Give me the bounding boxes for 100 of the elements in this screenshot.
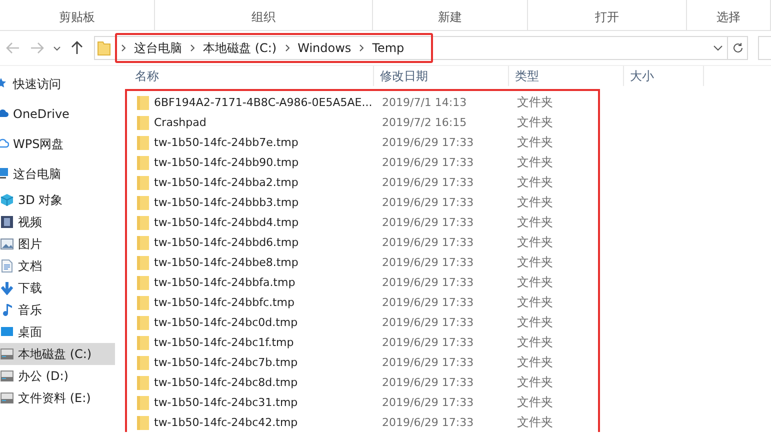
- file-name[interactable]: tw-1b50-14fc-24bba2.tmp: [154, 176, 298, 188]
- search-field[interactable]: [758, 36, 771, 60]
- file-type: 文件夹: [517, 334, 553, 350]
- modified-date: 2019/7/2 16:15: [382, 116, 468, 128]
- file-type: 文件夹: [517, 134, 553, 150]
- modified-date: 2019/6/29 17:33: [382, 196, 475, 208]
- modified-date: 2019/6/29 17:33: [382, 256, 475, 268]
- file-type: 文件夹: [517, 154, 553, 170]
- modified-date: 2019/6/29 17:33: [382, 356, 475, 368]
- file-name[interactable]: tw-1b50-14fc-24bc0d.tmp: [154, 316, 298, 328]
- up-arrow-icon: [71, 41, 83, 55]
- ribbon-group-label: 剪贴板: [58, 9, 95, 26]
- picture-icon: [0, 237, 14, 251]
- drive-icon: [0, 391, 14, 405]
- folder-icon: [137, 154, 149, 170]
- file-name[interactable]: tw-1b50-14fc-24bc42.tmp: [154, 416, 298, 428]
- chevron-right-icon: [359, 44, 364, 52]
- file-name[interactable]: tw-1b50-14fc-24bbfa.tmp: [154, 276, 296, 288]
- folder-icon: [137, 194, 149, 210]
- folder-icon: [137, 94, 149, 110]
- folder-icon: [137, 214, 149, 230]
- folder-icon: [137, 134, 149, 150]
- nav-item[interactable]: 文件资料 (E:): [0, 387, 115, 409]
- file-name[interactable]: tw-1b50-14fc-24bc1f.tmp: [154, 336, 294, 348]
- nav-item[interactable]: 文档: [0, 255, 115, 277]
- nav-item[interactable]: 桌面: [0, 321, 115, 343]
- nav-item[interactable]: OneDrive: [0, 99, 115, 129]
- document-icon: [0, 259, 14, 273]
- column-header[interactable]: 类型: [509, 66, 624, 86]
- address-field[interactable]: 这台电脑 本地磁盘 (C:) Windows Temp: [94, 36, 748, 60]
- file-name[interactable]: 6BF194A2-7171-4B8C-A986-0E5A5AE...: [154, 96, 372, 108]
- modified-date: 2019/6/29 17:33: [382, 156, 475, 168]
- nav-item[interactable]: WPS网盘: [0, 129, 115, 159]
- film-icon: [0, 215, 14, 229]
- ribbon-group-label: 打开: [594, 9, 619, 26]
- file-name[interactable]: tw-1b50-14fc-24bb90.tmp: [154, 156, 299, 168]
- modified-date: 2019/6/29 17:33: [382, 176, 475, 188]
- file-name[interactable]: tw-1b50-14fc-24bb7e.tmp: [154, 136, 298, 148]
- nav-item[interactable]: 图片: [0, 233, 115, 255]
- nav-item[interactable]: 本地磁盘 (C:): [0, 343, 115, 365]
- modified-date: 2019/6/29 17:33: [382, 316, 475, 328]
- download-arrow-icon: [0, 281, 14, 295]
- file-name[interactable]: tw-1b50-14fc-24bbd6.tmp: [154, 236, 299, 248]
- file-type: 文件夹: [517, 274, 553, 290]
- breadcrumb-link[interactable]: Windows: [298, 41, 352, 55]
- chevron-right-icon: [284, 44, 290, 52]
- ribbon-group-label: 组织: [251, 9, 276, 26]
- folder-icon: [137, 394, 149, 410]
- ribbon-group-label: 选择: [716, 9, 740, 26]
- forward-arrow-icon: [30, 42, 44, 54]
- column-header[interactable]: 名称: [129, 66, 374, 86]
- file-name[interactable]: tw-1b50-14fc-24bc7b.tmp: [154, 356, 298, 368]
- file-name[interactable]: tw-1b50-14fc-24bc8d.tmp: [154, 376, 298, 388]
- nav-item[interactable]: 音乐: [0, 299, 115, 321]
- folder-icon: [137, 174, 149, 190]
- folder-icon: [137, 374, 149, 390]
- file-name[interactable]: tw-1b50-14fc-24bbe8.tmp: [154, 256, 298, 268]
- folder-icon: [137, 114, 149, 130]
- folder-icon: [137, 354, 149, 370]
- nav-item[interactable]: 3D 对象: [0, 189, 115, 211]
- modified-date: 2019/6/29 17:33: [382, 336, 475, 348]
- file-type: 文件夹: [517, 414, 553, 430]
- caret-down-icon: [713, 45, 723, 51]
- file-name[interactable]: tw-1b50-14fc-24bbb3.tmp: [154, 196, 299, 208]
- breadcrumb-link[interactable]: 这台电脑: [134, 40, 182, 56]
- file-name[interactable]: Crashpad: [154, 116, 206, 128]
- column-header[interactable]: 大小: [624, 66, 704, 86]
- file-type: 文件夹: [517, 314, 553, 330]
- file-type: 文件夹: [517, 374, 553, 390]
- modified-date: 2019/7/1 14:13: [382, 96, 468, 108]
- drive-icon: [0, 369, 14, 383]
- file-name[interactable]: tw-1b50-14fc-24bc31.tmp: [154, 396, 298, 408]
- file-type: 文件夹: [517, 214, 553, 230]
- modified-date: 2019/6/29 17:33: [382, 416, 475, 428]
- column-header[interactable]: 修改日期: [374, 66, 509, 86]
- nav-item[interactable]: 办公 (D:): [0, 365, 115, 387]
- modified-date: 2019/6/29 17:33: [382, 216, 475, 228]
- music-note-icon: [0, 303, 14, 317]
- ribbon-group-label: 新建: [438, 9, 462, 26]
- file-name[interactable]: tw-1b50-14fc-24bbd4.tmp: [154, 216, 299, 228]
- file-type: 文件夹: [517, 254, 553, 270]
- nav-item[interactable]: 快速访问: [0, 69, 115, 99]
- file-name[interactable]: tw-1b50-14fc-24bbfc.tmp: [154, 296, 295, 308]
- file-type: 文件夹: [517, 234, 553, 250]
- breadcrumb-link[interactable]: 本地磁盘 (C:): [203, 40, 277, 56]
- modified-date: 2019/6/29 17:33: [382, 296, 475, 308]
- modified-date: 2019/6/29 17:33: [382, 396, 475, 408]
- folder-icon: [137, 334, 149, 350]
- folder-icon: [137, 294, 149, 310]
- modified-date: 2019/6/29 17:33: [382, 276, 475, 288]
- drive-icon: [0, 347, 14, 361]
- breadcrumb-link[interactable]: Temp: [372, 41, 404, 55]
- back-arrow-icon: [6, 42, 20, 54]
- nav-item[interactable]: 视频: [0, 211, 115, 233]
- nav-item[interactable]: 这台电脑: [0, 159, 115, 189]
- nav-item[interactable]: 下载: [0, 277, 115, 299]
- file-type: 文件夹: [517, 94, 553, 110]
- file-type: 文件夹: [517, 114, 553, 130]
- chevron-right-icon: [190, 44, 195, 52]
- folder-icon: [137, 274, 149, 290]
